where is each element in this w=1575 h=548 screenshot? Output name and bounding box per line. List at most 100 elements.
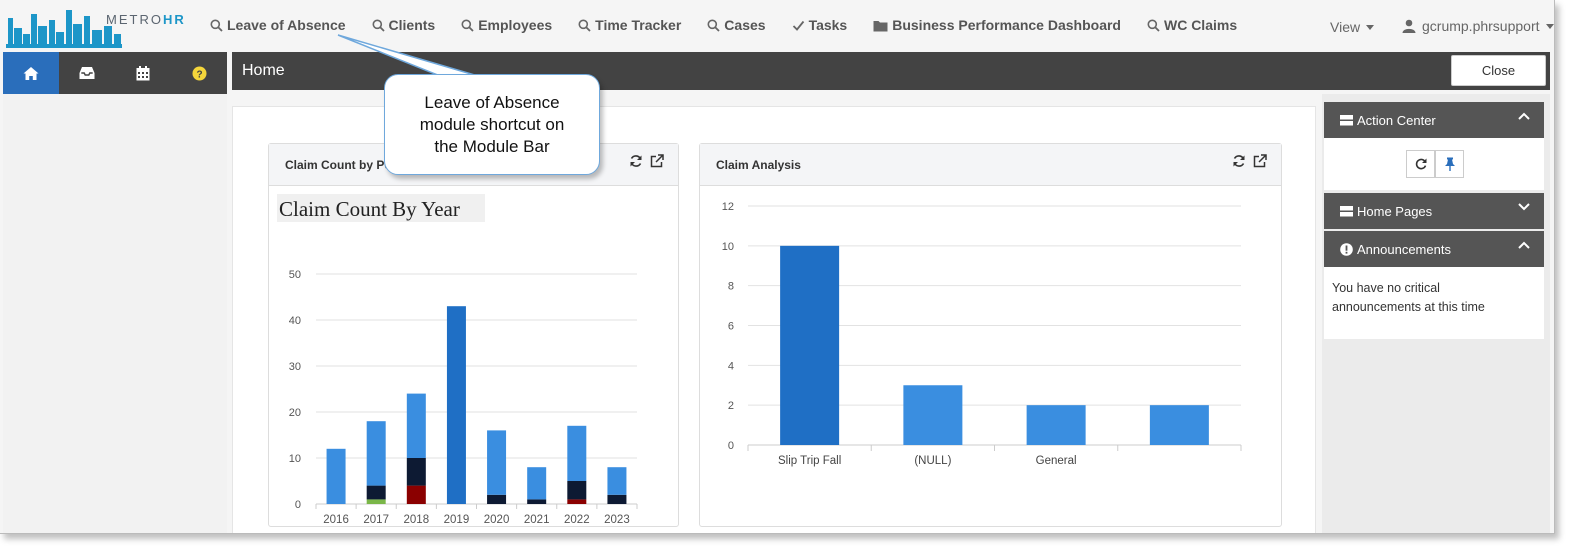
user-dropdown[interactable]: gcrump.phrsupport xyxy=(1402,18,1554,34)
action-center-buttons xyxy=(1406,150,1464,178)
inbox-icon xyxy=(79,67,95,79)
search-icon xyxy=(210,19,223,32)
x-tick-label: 2021 xyxy=(524,514,550,526)
announcements-label: Announcements xyxy=(1357,242,1451,257)
y-tick-label: 6 xyxy=(728,321,734,333)
module-employees[interactable]: Employees xyxy=(461,17,552,33)
module-label: Clients xyxy=(388,17,436,33)
module-cases[interactable]: Cases xyxy=(707,17,766,33)
refresh-icon[interactable] xyxy=(629,154,643,168)
bar-segment xyxy=(607,494,627,504)
bar-segment xyxy=(567,425,587,481)
callout-line: Leave of Absence xyxy=(424,93,560,112)
widget-actions xyxy=(629,154,664,168)
y-tick-label: 10 xyxy=(289,453,301,465)
caret-down-icon xyxy=(1366,24,1375,30)
x-tick-label: Slip Trip Fall xyxy=(778,455,841,467)
bar-segment xyxy=(527,467,547,500)
logo-text: METROHR xyxy=(106,12,186,27)
right-pane: Action Center Home Pages Announcements Y… xyxy=(1322,94,1550,533)
metrohr-logo[interactable]: METROHR xyxy=(6,4,184,48)
tasks-icon xyxy=(1340,206,1353,217)
refresh-icon[interactable] xyxy=(1232,154,1246,168)
bar-segment xyxy=(366,499,386,504)
bar-segment xyxy=(326,448,346,504)
caret-down-icon xyxy=(1545,23,1554,29)
home-pages-header[interactable]: Home Pages xyxy=(1324,193,1544,229)
widget-actions xyxy=(1232,154,1267,168)
module-leave-of-absence[interactable]: Leave of Absence xyxy=(210,17,346,33)
bar-segment xyxy=(446,306,466,504)
search-icon xyxy=(707,19,720,32)
search-icon xyxy=(372,19,385,32)
page-title: Home xyxy=(242,62,285,79)
home-pages-title: Home Pages xyxy=(1340,204,1432,219)
bar xyxy=(903,385,963,445)
external-link-icon[interactable] xyxy=(650,154,664,168)
pin-button[interactable] xyxy=(1435,150,1464,178)
module-tasks[interactable]: Tasks xyxy=(792,17,847,33)
svg-text:?: ? xyxy=(196,69,202,80)
home-pages-label: Home Pages xyxy=(1357,204,1433,219)
left-pane xyxy=(3,94,227,533)
bar-segment xyxy=(567,481,587,500)
close-button[interactable]: Close xyxy=(1451,55,1546,86)
announcements-body: You have no critical announcements at th… xyxy=(1324,267,1544,339)
x-tick-label: 2023 xyxy=(604,514,630,526)
y-tick-label: 30 xyxy=(289,361,301,373)
tab-calendar[interactable] xyxy=(115,52,171,94)
module-label: Employees xyxy=(478,17,553,33)
bar xyxy=(780,245,840,445)
module-label: Time Tracker xyxy=(595,17,682,33)
check-icon xyxy=(792,20,804,31)
claim-count-by-year-chart: Claim Count By Year 0 10 20 30 40 50 2016 2017 20… xyxy=(277,194,638,526)
bar-segment xyxy=(366,485,386,500)
y-tick-label: 0 xyxy=(295,499,301,511)
tab-inbox[interactable] xyxy=(59,52,115,94)
module-business-performance-dashboard[interactable]: Business Performance Dashboard xyxy=(873,17,1121,33)
tab-home[interactable] xyxy=(3,52,59,94)
tasks-icon xyxy=(1340,115,1353,126)
y-tick-label: 2 xyxy=(728,400,734,412)
module-clients[interactable]: Clients xyxy=(372,17,436,33)
y-tick-label: 8 xyxy=(728,281,734,293)
view-dropdown[interactable]: View xyxy=(1330,19,1375,35)
folder-icon xyxy=(873,20,888,31)
search-icon xyxy=(461,19,474,32)
app-window: METROHR Leave of Absence Clients Employe… xyxy=(0,0,1555,534)
y-tick-label: 0 xyxy=(728,440,734,452)
search-icon xyxy=(1147,19,1160,32)
chevron-up-icon[interactable] xyxy=(1518,241,1530,249)
pin-icon xyxy=(1444,157,1455,171)
callout-line: module shortcut on xyxy=(419,115,565,134)
x-tick-label: 2020 xyxy=(484,514,510,526)
action-center-header[interactable]: Action Center xyxy=(1324,102,1544,138)
external-link-icon[interactable] xyxy=(1253,154,1267,168)
bar-segment xyxy=(607,467,627,495)
module-wc-claims[interactable]: WC Claims xyxy=(1147,17,1237,33)
tab-help[interactable]: ? xyxy=(171,52,227,94)
bar-segment xyxy=(406,393,426,458)
user-icon xyxy=(1402,19,1416,33)
y-tick-label: 4 xyxy=(728,360,734,372)
chevron-down-icon[interactable] xyxy=(1518,203,1530,211)
bar-segment xyxy=(406,485,426,504)
announcements-header[interactable]: Announcements xyxy=(1324,231,1544,267)
refresh-button[interactable] xyxy=(1406,150,1435,178)
y-tick-label: 12 xyxy=(722,201,734,213)
bar-segment xyxy=(366,421,386,486)
announcement-text: You have no critical announcements at th… xyxy=(1332,281,1485,314)
alert-icon xyxy=(1340,243,1353,256)
widget-title: Claim Count by Po xyxy=(285,158,392,172)
claim-analysis-widget: Claim Analysis 0 2 4 6 8 10 12 Slip Trip Fall (N… xyxy=(699,143,1282,527)
module-time-tracker[interactable]: Time Tracker xyxy=(578,17,681,33)
announcements-title: Announcements xyxy=(1340,242,1451,257)
help-icon: ? xyxy=(192,66,206,80)
callout-line: the Module Bar xyxy=(434,137,550,156)
bar-segment xyxy=(487,494,507,504)
chevron-up-icon[interactable] xyxy=(1518,112,1530,120)
y-tick-label: 20 xyxy=(289,407,301,419)
logo-text-hr: HR xyxy=(162,12,186,27)
logo-text-metro: METRO xyxy=(106,12,163,27)
y-tick-label: 40 xyxy=(289,315,301,327)
